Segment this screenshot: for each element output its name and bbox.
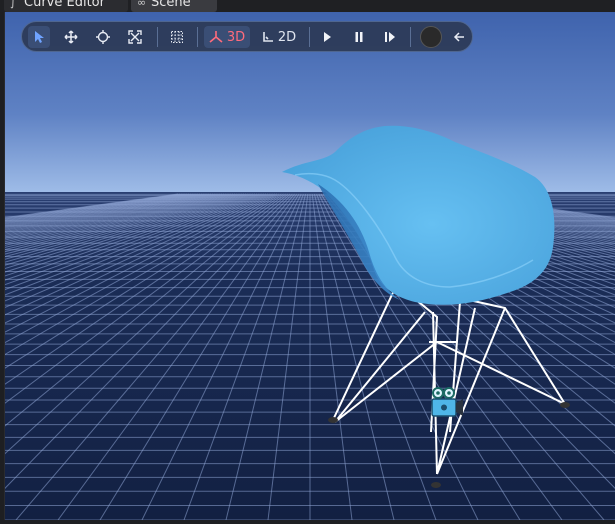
scene-toolbar: 3D 2D (21, 21, 473, 52)
tab-curve-editor[interactable]: ∫ Curve Editor (4, 0, 128, 12)
toolbar-separator (309, 27, 310, 47)
step-button[interactable] (379, 26, 401, 48)
scene-render[interactable] (5, 12, 615, 520)
pause-icon (355, 32, 363, 42)
chair-foot (431, 482, 441, 488)
toolbar-separator (410, 27, 411, 47)
play-icon (324, 32, 331, 42)
play-button[interactable] (316, 26, 338, 48)
scene-icon: ∞ (137, 0, 147, 9)
tab-scene-label: Scene (151, 0, 191, 10)
axes-2d-icon (263, 32, 273, 42)
scale-tool-button[interactable] (124, 26, 146, 48)
step-icon (385, 32, 395, 42)
scene-viewport[interactable]: 3D 2D (4, 12, 615, 520)
tab-curve-editor-label: Curve Editor (24, 0, 105, 10)
arrow-left-icon (453, 32, 464, 42)
move-tool-button[interactable] (60, 26, 82, 48)
pause-button[interactable] (348, 26, 370, 48)
camera-icon (431, 387, 463, 417)
cursor-icon (35, 31, 44, 43)
toolbar-separator (157, 27, 158, 47)
curve-icon: ∫ (10, 0, 16, 9)
mode-2d-button[interactable]: 2D (256, 26, 302, 48)
grid-icon (171, 31, 183, 43)
axes-3d-icon (209, 31, 223, 43)
select-tool-button[interactable] (28, 26, 50, 48)
rotate-icon (96, 30, 110, 44)
back-button[interactable] (448, 26, 470, 48)
scale-icon (128, 30, 142, 44)
chair-foot (560, 402, 570, 408)
camera-gizmo[interactable] (429, 386, 465, 420)
record-icon (420, 26, 442, 48)
chair-foot (328, 417, 338, 423)
mode-3d-button[interactable]: 3D (204, 26, 250, 48)
tab-scene[interactable]: ∞ Scene (131, 0, 217, 12)
mode-2d-label: 2D (277, 29, 297, 45)
mode-3d-label: 3D (226, 29, 246, 45)
rotate-tool-button[interactable] (92, 26, 114, 48)
toolbar-separator (197, 27, 198, 47)
editor-tab-bar: ∫ Curve Editor ∞ Scene (0, 0, 615, 12)
grid-snap-button[interactable] (166, 26, 188, 48)
record-button[interactable] (418, 26, 444, 48)
move-icon (64, 30, 78, 44)
